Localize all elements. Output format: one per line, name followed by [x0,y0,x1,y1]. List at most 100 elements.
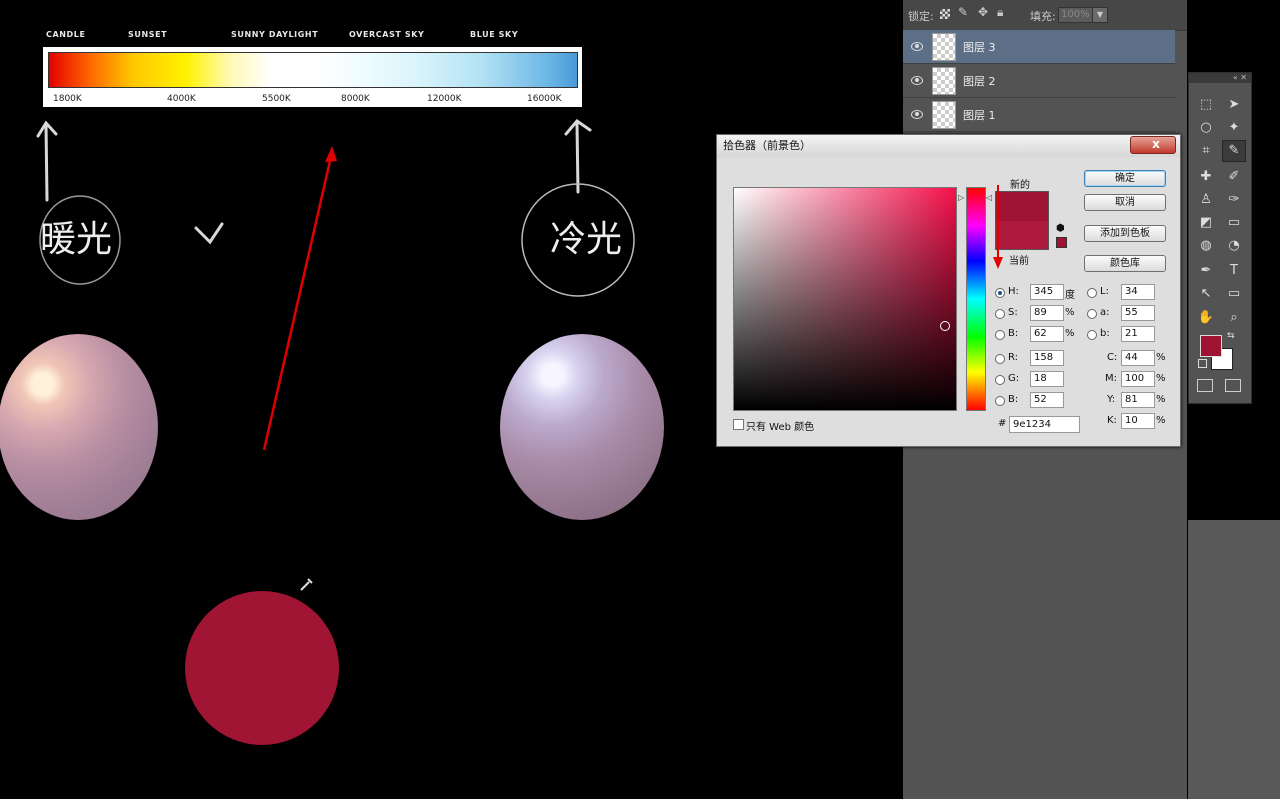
unit-s: % [1065,307,1075,318]
label-s: S: [1008,307,1018,318]
default-colors-icon[interactable] [1198,359,1207,368]
eyedropper-icon[interactable]: ✎ [1222,140,1246,162]
web-colors-checkbox[interactable] [733,419,744,430]
radio-l[interactable] [1087,288,1097,298]
path-select-icon[interactable]: ↖ [1195,284,1217,304]
radio-b[interactable] [995,330,1005,340]
input-l[interactable]: 34 [1121,284,1155,300]
layer-row-3[interactable]: 图层 3 [903,30,1175,64]
cancel-button[interactable]: 取消 [1084,194,1166,211]
lock-paint-icon[interactable]: ✎ [958,5,968,19]
input-r[interactable]: 158 [1030,350,1064,366]
type-icon[interactable]: T [1223,261,1245,281]
layer-thumbnail [932,67,956,95]
red-arrow-annotation-icon [993,185,1003,269]
brush-icon[interactable]: ✐ [1223,167,1245,187]
red-arrow-head [325,146,337,162]
input-g[interactable]: 18 [1030,371,1064,387]
fill-label: 填充: [1030,10,1056,23]
cube-icon[interactable]: ⬢ [1056,223,1065,234]
input-blue[interactable]: 52 [1030,392,1064,408]
radio-blue[interactable] [995,396,1005,406]
close-button[interactable]: x [1130,136,1176,154]
foreground-color-swatch[interactable] [1200,335,1222,357]
crop-icon[interactable]: ⌗ [1195,141,1217,161]
screen-mode-icon[interactable] [1225,379,1241,392]
hex-label: # [998,418,1007,429]
lock-position-icon[interactable]: ✥ [978,5,988,19]
gradient-icon[interactable]: ▭ [1223,213,1245,233]
visibility-eye-icon[interactable] [911,110,923,119]
unit-h: 度 [1065,290,1075,301]
eyedropper-cursor-icon [300,578,313,591]
eraser-icon[interactable]: ◩ [1195,213,1217,233]
toolbox: « ✕ ⬚ ➤ ○ ✦ ⌗ ✎ ✚ ✐ ♙ ✑ ◩ ▭ ◍ ◔ ✒ T ↖ ▭ … [1188,72,1252,404]
input-c[interactable]: 44 [1121,350,1155,366]
fill-input[interactable]: 100% [1058,7,1094,23]
radio-r[interactable] [995,354,1005,364]
history-brush-icon[interactable]: ✑ [1223,190,1245,210]
label-c: C: [1107,352,1118,363]
input-m[interactable]: 100 [1121,371,1155,387]
input-s[interactable]: 89 [1030,305,1064,321]
radio-g[interactable] [995,375,1005,385]
lock-transparency-icon[interactable] [940,9,950,19]
check-mark [194,222,224,245]
unit-c: % [1156,352,1166,363]
hand-icon[interactable]: ✋ [1195,308,1217,328]
ok-button[interactable]: 确定 [1084,170,1166,187]
pen-icon[interactable]: ✒ [1195,261,1217,281]
input-h[interactable]: 345 [1030,284,1064,300]
shape-icon[interactable]: ▭ [1223,284,1245,304]
radio-h[interactable] [995,288,1005,298]
lasso-icon[interactable]: ○ [1195,118,1217,138]
input-b[interactable]: 62 [1030,326,1064,342]
visibility-eye-icon[interactable] [911,42,923,51]
hue-slider[interactable] [966,187,986,411]
radio-s[interactable] [995,309,1005,319]
label-h: H: [1008,286,1019,297]
add-to-swatches-button[interactable]: 添加到色板 [1084,225,1166,242]
saturation-brightness-field[interactable] [733,187,957,411]
swap-colors-icon[interactable]: ⇆ [1227,331,1235,341]
color-marker[interactable] [940,321,950,331]
layer-name: 图层 3 [963,41,996,54]
web-safe-swatch[interactable] [1056,237,1067,248]
input-a[interactable]: 55 [1121,305,1155,321]
input-k[interactable]: 10 [1121,413,1155,429]
zoom-icon[interactable]: ⌕ [1223,308,1245,328]
input-lab-b[interactable]: 21 [1121,326,1155,342]
label-k: K: [1107,415,1117,426]
hue-left-arrow-icon: ▷ [958,193,965,202]
up-arrow-right [564,118,592,194]
marquee-icon[interactable]: ⬚ [1195,95,1217,115]
warm-lit-sphere [0,334,158,520]
quick-mask-icon[interactable] [1197,379,1213,392]
lock-all-icon[interactable]: 🔒︎ [997,5,1003,20]
unit-y: % [1156,394,1166,405]
stamp-icon[interactable]: ♙ [1195,190,1217,210]
lock-bar: 锁定: ✎ ✥ 🔒︎ 填充: 100% ▼ [903,0,1187,31]
current-color-label: 当前 [1009,256,1029,267]
layer-row-1[interactable]: 图层 1 [903,98,1175,132]
layer-row-2[interactable]: 图层 2 [903,64,1175,98]
move-icon[interactable]: ➤ [1223,95,1245,115]
blur-icon[interactable]: ◍ [1195,236,1217,256]
dodge-icon[interactable]: ◔ [1223,236,1245,256]
radio-a[interactable] [1087,309,1097,319]
input-y[interactable]: 81 [1121,392,1155,408]
unit-m: % [1156,373,1166,384]
color-libraries-button[interactable]: 颜色库 [1084,255,1166,272]
dialog-title: 拾色器（前景色） [723,139,811,152]
toolbox-header[interactable]: « ✕ [1189,73,1251,83]
label-g: G: [1008,373,1020,384]
healing-icon[interactable]: ✚ [1195,167,1217,187]
radio-lab-b[interactable] [1087,330,1097,340]
label-blue: B: [1008,394,1019,405]
paint-blob [185,591,339,745]
fill-dropdown-icon[interactable]: ▼ [1092,7,1108,23]
visibility-eye-icon[interactable] [911,76,923,85]
hex-input[interactable]: 9e1234 [1009,416,1080,433]
magic-wand-icon[interactable]: ✦ [1223,118,1245,138]
dialog-title-bar[interactable]: 拾色器（前景色） x [717,135,1180,157]
